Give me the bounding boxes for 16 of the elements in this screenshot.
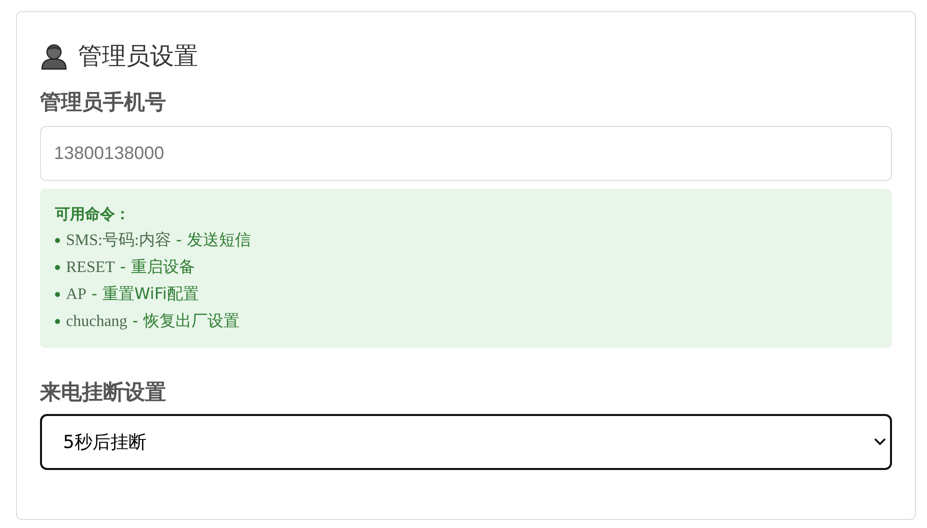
- bullet-icon: [55, 319, 60, 324]
- phone-input-field[interactable]: 13800138000: [40, 126, 892, 181]
- bullet-icon: [55, 238, 60, 243]
- command-item: chuchang - 恢复出厂设置: [66, 310, 240, 332]
- field-label: 管理员手机号: [40, 89, 167, 116]
- person-icon: [40, 42, 68, 70]
- bullet-icon: [55, 292, 60, 297]
- command-item: AP - 重置WiFi配置: [66, 283, 199, 305]
- section-title: 管理员设置: [78, 41, 198, 72]
- bullet-icon: [55, 265, 60, 270]
- command-item: SMS:号码:内容 - 发送短信: [66, 229, 251, 251]
- command-item: RESET - 重启设备: [66, 256, 195, 278]
- help-title: 可用命令：: [55, 205, 131, 224]
- field-label: 来电挂断设置: [40, 379, 167, 406]
- chevron-down-icon: [874, 438, 886, 446]
- hangup-dropdown[interactable]: 5秒后挂断: [40, 414, 892, 470]
